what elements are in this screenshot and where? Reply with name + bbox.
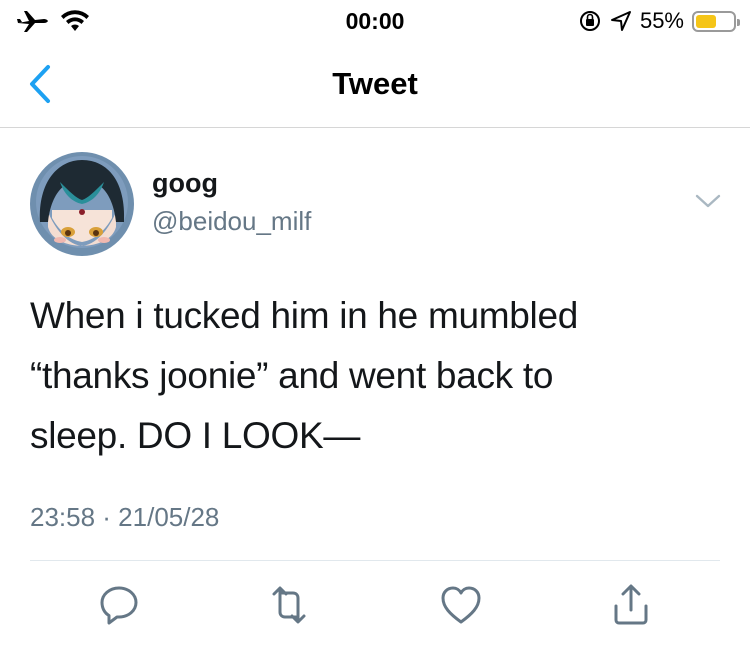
battery-fill (696, 14, 716, 28)
action-bar (0, 582, 750, 632)
author-name[interactable]: goog (152, 168, 218, 199)
tweet-text-line: sleep. DO I LOOK— (30, 415, 361, 456)
share-button[interactable] (608, 582, 654, 628)
reply-icon (100, 586, 138, 625)
tweet-timestamp: 23:58 · 21/05/28 (30, 502, 220, 532)
battery-cap (737, 18, 740, 26)
author-handle[interactable]: @beidou_milf (152, 206, 311, 237)
location-icon (610, 11, 631, 31)
tweet-text-line: “thanks joonie” and went back to (30, 355, 554, 396)
page-title: Tweet (332, 66, 418, 101)
retweet-button[interactable] (266, 582, 312, 628)
divider (30, 560, 720, 561)
more-options-button[interactable] (693, 190, 723, 212)
battery-percent: 55% (639, 8, 684, 33)
chevron-down-icon (695, 194, 721, 208)
avatar-image (30, 152, 134, 256)
status-right: 55% (578, 8, 740, 34)
like-button[interactable] (438, 582, 484, 628)
tweet-text: When i tucked him in he mumbled “thanks … (30, 286, 720, 466)
battery-icon (692, 10, 740, 32)
reply-button[interactable] (96, 582, 142, 628)
avatar[interactable] (30, 152, 134, 256)
share-icon (614, 584, 648, 625)
tweet-text-line: When i tucked him in he mumbled (30, 295, 579, 336)
status-bar: 00:00 55% (0, 0, 750, 42)
retweet-icon (272, 586, 306, 624)
like-icon (441, 586, 481, 624)
nav-bar: Tweet (0, 42, 750, 128)
orientation-lock-icon (579, 11, 600, 31)
